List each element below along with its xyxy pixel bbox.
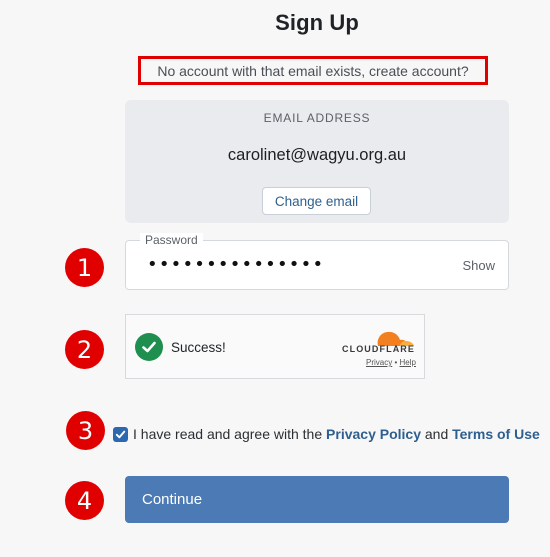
step-marker-1: 1 xyxy=(65,248,104,287)
email-address-label: EMAIL ADDRESS xyxy=(263,111,371,125)
password-label: Password xyxy=(140,233,203,247)
checkmark-icon xyxy=(115,430,126,438)
success-check-icon xyxy=(135,333,163,361)
step-marker-3: 3 xyxy=(66,411,105,450)
show-password-button[interactable]: Show xyxy=(462,258,495,273)
agree-and: and xyxy=(424,426,449,442)
no-account-notice: No account with that email exists, creat… xyxy=(138,56,488,85)
email-address-value: carolinet@wagyu.org.au xyxy=(227,146,407,164)
agree-row: I have read and agree with the Privacy P… xyxy=(113,424,540,444)
change-email-button[interactable]: Change email xyxy=(262,187,371,215)
continue-button[interactable]: Continue xyxy=(125,476,509,523)
agree-checkbox[interactable] xyxy=(113,426,128,442)
privacy-policy-link[interactable]: Privacy Policy xyxy=(326,426,421,442)
captcha-links: Privacy • Help xyxy=(366,358,416,367)
captcha-help-link[interactable]: Help xyxy=(400,358,416,367)
step-marker-2: 2 xyxy=(65,330,104,369)
cloudflare-brand: CLOUDFLARE xyxy=(342,344,415,354)
captcha-privacy-link[interactable]: Privacy xyxy=(366,358,392,367)
password-input[interactable]: ••••••••••••••• xyxy=(147,254,324,275)
cloudflare-captcha-widget: Success! CLOUDFLARE Privacy • Help xyxy=(125,314,425,379)
captcha-link-separator: • xyxy=(394,358,398,367)
password-field[interactable]: Password ••••••••••••••• Show xyxy=(125,233,509,290)
agree-text: I have read and agree with the xyxy=(133,426,323,442)
notice-text: No account with that email exists, creat… xyxy=(157,62,469,79)
step-marker-4: 4 xyxy=(65,481,104,520)
page-title: Sign Up xyxy=(275,10,359,35)
captcha-status: Success! xyxy=(171,340,226,355)
email-card: EMAIL ADDRESS carolinet@wagyu.org.au Cha… xyxy=(125,100,509,223)
terms-of-use-link[interactable]: Terms of Use xyxy=(452,426,540,442)
